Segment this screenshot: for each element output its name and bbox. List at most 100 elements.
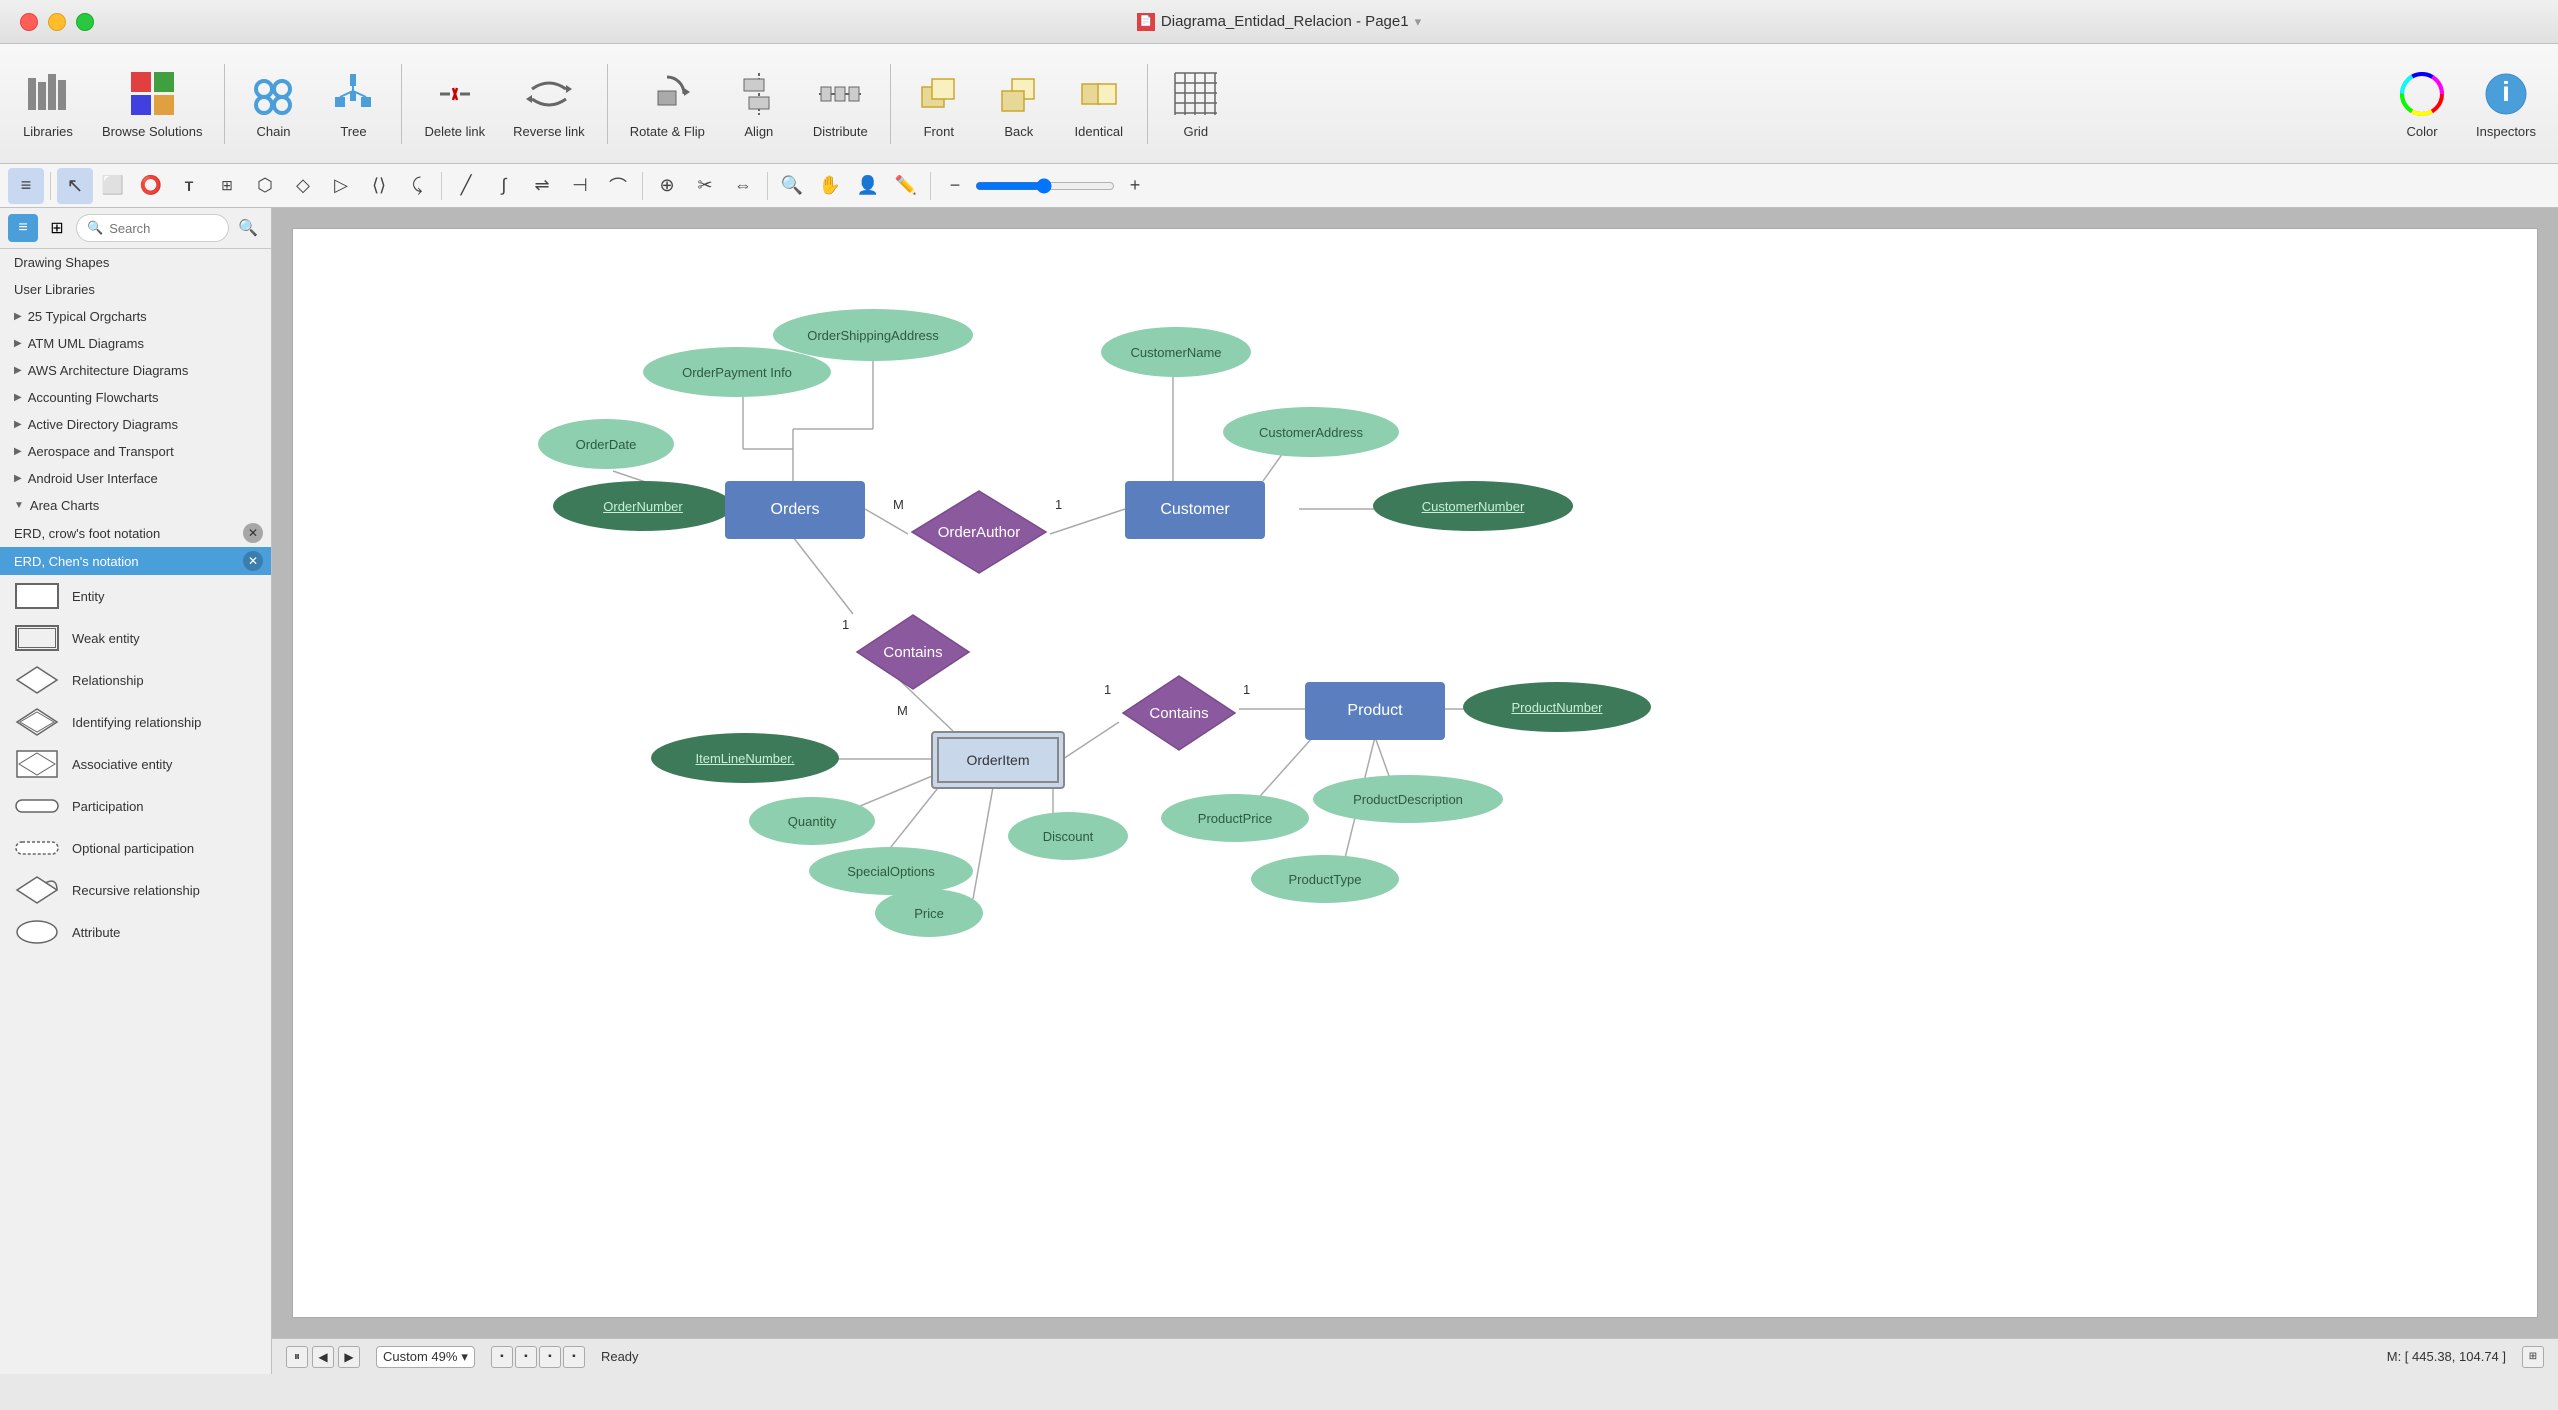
erd-crow-header[interactable]: ERD, crow's foot notation ✕	[0, 519, 271, 547]
erd-item-optional[interactable]: Optional participation	[0, 827, 271, 869]
sidebar-item-atm-uml[interactable]: ▶ ATM UML Diagrams	[0, 330, 271, 357]
close-button[interactable]	[20, 13, 38, 31]
connect-tool[interactable]: ⇌	[524, 168, 560, 204]
erd-item-relationship[interactable]: Relationship	[0, 659, 271, 701]
page-view-3[interactable]: ▪	[539, 1346, 561, 1368]
attr-product-type[interactable]: ProductType	[1251, 855, 1399, 903]
attr-customer-addr[interactable]: CustomerAddress	[1223, 407, 1399, 457]
zoom-control[interactable]: Custom 49% ▾	[376, 1346, 475, 1368]
attr-product-number[interactable]: ProductNumber	[1463, 682, 1651, 732]
rectangle-tool[interactable]: ⬜	[95, 168, 131, 204]
inspectors-button[interactable]: i Inspectors	[2464, 54, 2548, 154]
entity-customer[interactable]: Customer	[1125, 481, 1265, 539]
back-button[interactable]: Back	[981, 54, 1057, 154]
delete-link-button[interactable]: Delete link	[412, 54, 497, 154]
erd-chen-header[interactable]: ERD, Chen's notation ✕	[0, 547, 271, 575]
sidebar-item-aws[interactable]: ▶ AWS Architecture Diagrams	[0, 357, 271, 384]
text-tool[interactable]: T	[171, 168, 207, 204]
erd-item-participation[interactable]: Participation	[0, 785, 271, 827]
align-button[interactable]: Align	[721, 54, 797, 154]
chain-button[interactable]: Chain	[235, 54, 311, 154]
attr-payment-info[interactable]: OrderPayment Info	[643, 347, 831, 397]
entity-orders[interactable]: Orders	[725, 481, 865, 539]
sidebar-item-orgcharts[interactable]: ▶ 25 Typical Orgcharts	[0, 303, 271, 330]
sidebar-view-list[interactable]: ≡	[8, 214, 38, 242]
crop-tool[interactable]: ⊕	[649, 168, 685, 204]
poly2-tool[interactable]: ◇	[285, 168, 321, 204]
rotate-flip-button[interactable]: Rotate & Flip	[618, 54, 717, 154]
attr-discount[interactable]: Discount	[1008, 812, 1128, 860]
identical-button[interactable]: Identical	[1061, 54, 1137, 154]
sidebar-item-aerospace[interactable]: ▶ Aerospace and Transport	[0, 438, 271, 465]
poly5-tool[interactable]: ⤹	[399, 168, 435, 204]
reverse-link-button[interactable]: Reverse link	[501, 54, 597, 154]
resize-tool[interactable]: ⇔	[725, 168, 761, 204]
page-view-4[interactable]: ▪	[563, 1346, 585, 1368]
search-bar[interactable]: 🔍	[76, 214, 229, 242]
sidebar-item-area-charts[interactable]: ▼ Area Charts	[0, 492, 271, 519]
poly3-tool[interactable]: ▷	[323, 168, 359, 204]
sidebar-item-drawing-shapes[interactable]: Drawing Shapes	[0, 249, 271, 276]
line-tool[interactable]: ╱	[448, 168, 484, 204]
sidebar-view-grid[interactable]: ⊞	[42, 214, 72, 242]
zoom-plus-btn[interactable]: +	[1117, 168, 1153, 204]
attr-customer-number[interactable]: CustomerNumber	[1373, 481, 1573, 531]
canvas-area[interactable]: OrderShippingAddress OrderPayment Info O…	[272, 208, 2558, 1374]
erd-item-weak-entity[interactable]: Weak entity	[0, 617, 271, 659]
erd-crow-close[interactable]: ✕	[243, 523, 263, 543]
erd-chen-close[interactable]: ✕	[243, 551, 263, 571]
attr-item-line[interactable]: ItemLineNumber.	[651, 733, 839, 783]
prev-page-btn[interactable]: ◀	[312, 1346, 334, 1368]
arc-tool[interactable]: ⌒	[600, 168, 636, 204]
search-input[interactable]	[109, 221, 218, 236]
scissors-tool[interactable]: ✂	[687, 168, 723, 204]
rel-contains-1[interactable]: Contains	[853, 611, 973, 693]
minimize-button[interactable]	[48, 13, 66, 31]
front-button[interactable]: Front	[901, 54, 977, 154]
erd-item-attribute[interactable]: Attribute	[0, 911, 271, 953]
ortho-tool[interactable]: ⊣	[562, 168, 598, 204]
entity-order-item[interactable]: OrderItem	[931, 731, 1065, 789]
zoom-slider[interactable]	[975, 178, 1115, 194]
erd-item-identifying[interactable]: Identifying relationship	[0, 701, 271, 743]
curve-tool[interactable]: ∫	[486, 168, 522, 204]
attr-product-price[interactable]: ProductPrice	[1161, 794, 1309, 842]
poly1-tool[interactable]: ⬡	[247, 168, 283, 204]
tree-button[interactable]: Tree	[315, 54, 391, 154]
attr-order-shipping[interactable]: OrderShippingAddress	[773, 309, 973, 361]
fit-page-btn[interactable]: ⊞	[2522, 1346, 2544, 1368]
grid-button[interactable]: Grid	[1158, 54, 1234, 154]
fullscreen-button[interactable]	[76, 13, 94, 31]
zoom-minus-btn[interactable]: −	[937, 168, 973, 204]
pan-tool[interactable]: ✋	[812, 168, 848, 204]
pause-btn[interactable]: ⏸	[286, 1346, 308, 1368]
view-list-btn[interactable]: ≡	[8, 168, 44, 204]
sidebar-item-active-directory[interactable]: ▶ Active Directory Diagrams	[0, 411, 271, 438]
sidebar-search-btn[interactable]: 🔍	[233, 214, 263, 242]
page-view-2[interactable]: ▪	[515, 1346, 537, 1368]
erd-item-recursive[interactable]: Recursive relationship	[0, 869, 271, 911]
attr-order-number[interactable]: OrderNumber	[553, 481, 733, 531]
page-view-1[interactable]: ▪	[491, 1346, 513, 1368]
erd-item-associative[interactable]: Associative entity	[0, 743, 271, 785]
attr-special-opts[interactable]: SpecialOptions	[809, 847, 973, 895]
pen-tool[interactable]: ✏️	[888, 168, 924, 204]
canvas[interactable]: OrderShippingAddress OrderPayment Info O…	[292, 228, 2538, 1318]
rel-order-author[interactable]: OrderAuthor	[908, 487, 1050, 577]
browse-solutions-button[interactable]: Browse Solutions	[90, 54, 214, 154]
attr-order-date[interactable]: OrderDate	[538, 419, 674, 469]
rel-contains-2[interactable]: Contains	[1119, 672, 1239, 754]
distribute-button[interactable]: Distribute	[801, 54, 880, 154]
poly4-tool[interactable]: ⟨⟩	[361, 168, 397, 204]
attr-quantity[interactable]: Quantity	[749, 797, 875, 845]
next-page-btn[interactable]: ▶	[338, 1346, 360, 1368]
color-button[interactable]: Color	[2384, 54, 2460, 154]
erd-item-entity[interactable]: Entity	[0, 575, 271, 617]
attr-price[interactable]: Price	[875, 889, 983, 937]
user-tool[interactable]: 👤	[850, 168, 886, 204]
sidebar-item-user-libraries[interactable]: User Libraries	[0, 276, 271, 303]
libraries-button[interactable]: Libraries	[10, 54, 86, 154]
attr-product-desc[interactable]: ProductDescription	[1313, 775, 1503, 823]
ellipse-tool[interactable]: ⭕	[133, 168, 169, 204]
entity-product[interactable]: Product	[1305, 682, 1445, 740]
